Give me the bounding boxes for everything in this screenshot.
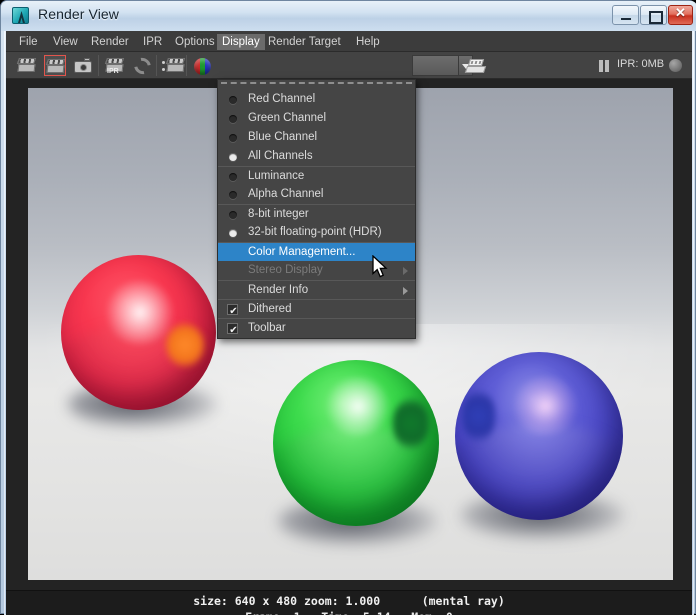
radio-selected-icon — [229, 153, 237, 161]
checkbox-checked-icon — [227, 321, 239, 340]
render-view-window: Render View File View Render IPR Options… — [0, 0, 696, 615]
radio-icon — [229, 96, 237, 104]
menu-item-blue-channel[interactable]: Blue Channel — [218, 128, 415, 147]
menu-display[interactable]: Display — [217, 34, 265, 50]
rgb-channel-sphere-icon[interactable] — [192, 55, 214, 76]
menu-item-label: Color Management... — [248, 246, 356, 258]
refresh-ipr-icon[interactable] — [130, 54, 155, 78]
radio-icon — [229, 173, 237, 181]
menu-item-label: Dithered — [248, 303, 292, 315]
menu-item-green-channel[interactable]: Green Channel — [218, 109, 415, 128]
radio-icon — [229, 191, 237, 199]
ipr-tune-region-icon[interactable] — [160, 55, 186, 76]
render-camera-combo[interactable] — [412, 55, 459, 76]
menu-item-label: Stereo Display — [248, 264, 323, 276]
menu-item-32bit-float-hdr[interactable]: 32-bit floating-point (HDR) — [218, 223, 415, 242]
menu-render[interactable]: Render — [86, 34, 134, 50]
client-area: File View Render IPR Options Display Ren… — [6, 31, 692, 615]
menu-item-luminance[interactable]: Luminance — [218, 166, 415, 185]
menu-item-8bit-integer[interactable]: 8-bit integer — [218, 204, 415, 223]
window-title: Render View — [38, 6, 119, 22]
toolbar-separator-1 — [98, 55, 99, 76]
menu-render-target[interactable]: Render Target — [263, 34, 346, 50]
menu-item-label: Blue Channel — [248, 131, 318, 143]
pause-icon[interactable] — [598, 60, 611, 72]
snapshot-camera-icon[interactable] — [72, 55, 94, 76]
render-current-frame-icon[interactable] — [44, 55, 66, 76]
statusbar: size: 640 x 480 zoom: 1.000 (mental ray)… — [6, 590, 692, 615]
green-sphere — [273, 360, 439, 526]
close-button[interactable] — [668, 5, 693, 25]
menu-ipr[interactable]: IPR — [138, 34, 167, 50]
red-sphere — [61, 255, 216, 410]
maximize-button[interactable] — [640, 5, 667, 25]
menu-file[interactable]: File — [14, 34, 43, 50]
icon-toolbar: IPR IPR: 0MB — [6, 52, 692, 79]
minimize-button[interactable] — [612, 5, 639, 25]
menu-options[interactable]: Options — [170, 34, 220, 50]
menu-item-label: Render Info — [248, 284, 309, 296]
menu-view[interactable]: View — [48, 34, 83, 50]
radio-selected-icon — [229, 229, 237, 237]
chevron-right-icon — [403, 287, 408, 295]
radio-icon — [229, 134, 237, 142]
menu-item-dithered[interactable]: Dithered — [218, 299, 415, 321]
titlebar: Render View — [1, 1, 696, 31]
keep-image-icon[interactable] — [464, 55, 488, 76]
menu-item-stereo-display: Stereo Display — [218, 261, 415, 280]
render-region-icon[interactable] — [16, 55, 38, 76]
menu-item-label: Green Channel — [248, 112, 326, 124]
menu-item-render-info[interactable]: Render Info — [218, 280, 415, 299]
menu-item-label: All Channels — [248, 150, 313, 162]
status-text-primary: size: 640 x 480 zoom: 1.000 (mental ray) — [193, 594, 505, 608]
maya-app-icon — [12, 7, 29, 24]
toolbar-separator-3 — [186, 55, 187, 76]
menu-item-label: Toolbar — [248, 322, 286, 334]
menu-item-label: 8-bit integer — [248, 208, 309, 220]
ipr-status-indicator — [669, 59, 682, 72]
menu-item-alpha-channel[interactable]: Alpha Channel — [218, 185, 415, 204]
menu-item-toolbar[interactable]: Toolbar — [218, 318, 415, 340]
ipr-render-icon[interactable]: IPR — [104, 55, 126, 76]
radio-icon — [229, 115, 237, 123]
menu-item-red-channel[interactable]: Red Channel — [218, 90, 415, 109]
menu-item-label: 32-bit floating-point (HDR) — [248, 226, 382, 238]
status-text-secondary: Frame: 1 Time: 5:14 Mem: 0 — [6, 610, 692, 615]
menu-item-color-management[interactable]: Color Management... — [218, 242, 415, 261]
blue-sphere — [455, 352, 623, 520]
chevron-right-icon — [403, 267, 408, 275]
menu-item-label: Red Channel — [248, 93, 316, 105]
menu-item-label: Alpha Channel — [248, 188, 324, 200]
display-menu: Red Channel Green Channel Blue Channel A… — [217, 79, 416, 340]
radio-icon — [229, 211, 237, 219]
menu-tearoff-handle[interactable] — [221, 82, 412, 89]
menu-item-label: Luminance — [248, 170, 305, 182]
menu-item-all-channels[interactable]: All Channels — [218, 147, 415, 166]
menubar: File View Render IPR Options Display Ren… — [6, 31, 692, 52]
checkbox-checked-icon — [227, 302, 239, 321]
ipr-memory-label: IPR: 0MB — [617, 58, 665, 70]
toolbar-separator-2 — [156, 55, 157, 76]
menu-help[interactable]: Help — [351, 34, 385, 50]
